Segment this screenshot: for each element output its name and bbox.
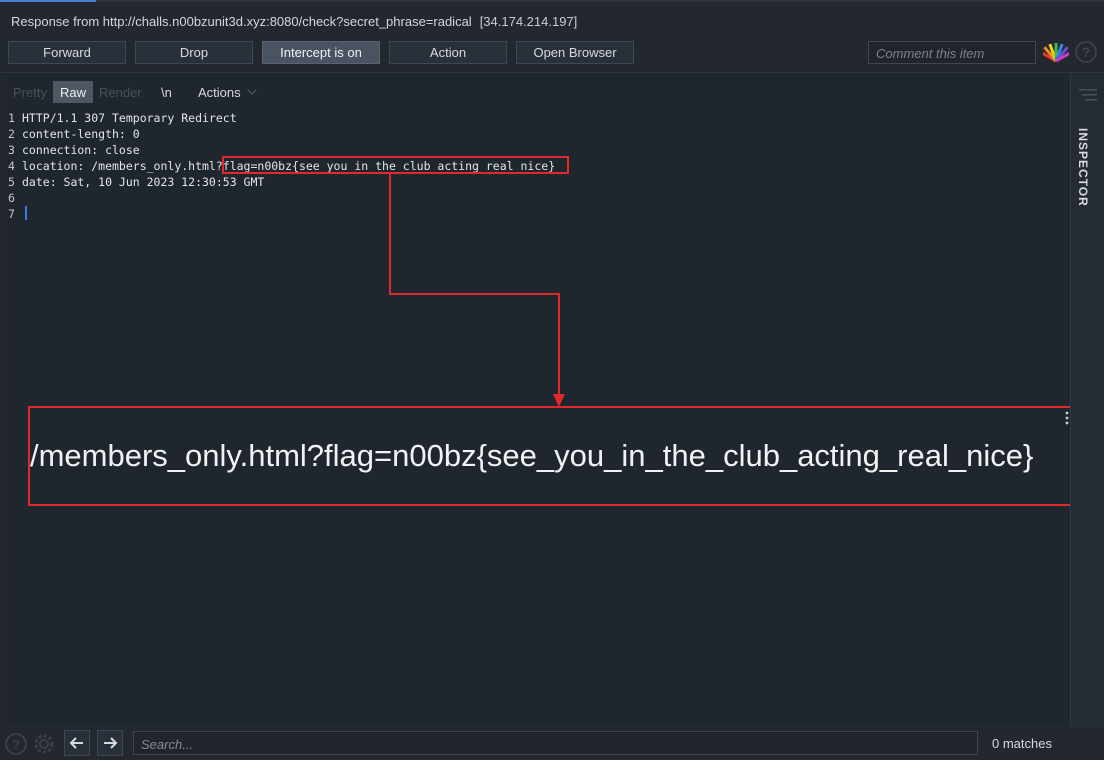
intercept-toggle-button[interactable]: Intercept is on bbox=[262, 41, 380, 64]
next-match-button[interactable] bbox=[97, 730, 123, 756]
code-line: 6 bbox=[8, 191, 15, 205]
forward-button[interactable]: Forward bbox=[8, 41, 126, 64]
tab-pretty[interactable]: Pretty bbox=[13, 81, 47, 103]
code-line: 7 bbox=[8, 207, 15, 221]
previous-match-button[interactable] bbox=[64, 730, 90, 756]
actions-menu[interactable]: Actions bbox=[198, 81, 257, 103]
chevron-down-icon bbox=[247, 89, 257, 95]
code-line: 1 HTTP/1.1 307 Temporary Redirect bbox=[8, 111, 237, 125]
search-input[interactable]: Search... bbox=[133, 731, 978, 755]
actions-label: Actions bbox=[198, 84, 241, 100]
response-ip: [34.174.214.197] bbox=[479, 14, 578, 29]
zoomed-flag-text: /members_only.html?flag=n00bz{see_you_in… bbox=[30, 438, 1034, 473]
list-icon[interactable] bbox=[1079, 89, 1097, 101]
open-browser-button[interactable]: Open Browser bbox=[516, 41, 634, 64]
arrow-right-icon bbox=[104, 737, 118, 749]
match-count: 0 matches bbox=[992, 736, 1052, 751]
fan-icon[interactable] bbox=[1043, 42, 1069, 62]
settings-icon[interactable] bbox=[31, 731, 57, 757]
comment-field[interactable]: Comment this item bbox=[868, 41, 1036, 64]
action-button[interactable]: Action bbox=[389, 41, 507, 64]
text-cursor bbox=[25, 206, 27, 220]
top-accent-line bbox=[0, 0, 1104, 2]
response-title: Response from http://challs.n00bzunit3d.… bbox=[11, 14, 472, 29]
code-line: 5 date: Sat, 10 Jun 2023 12:30:53 GMT bbox=[8, 175, 265, 189]
svg-text:?: ? bbox=[12, 737, 20, 752]
drop-button[interactable]: Drop bbox=[135, 41, 253, 64]
inspector-tab[interactable]: INSPECTOR bbox=[1076, 128, 1090, 207]
tab-render[interactable]: Render bbox=[99, 81, 142, 103]
response-header: Response from http://challs.n00bzunit3d.… bbox=[11, 14, 577, 29]
newline-toggle[interactable]: \n bbox=[161, 81, 172, 103]
code-line: 2 content-length: 0 bbox=[8, 127, 140, 141]
help-icon[interactable]: ? bbox=[1075, 41, 1097, 63]
help-icon[interactable]: ? bbox=[4, 732, 28, 756]
flag-highlight-box bbox=[222, 156, 569, 174]
arrow-left-icon bbox=[69, 737, 83, 749]
tab-raw[interactable]: Raw bbox=[53, 81, 94, 103]
